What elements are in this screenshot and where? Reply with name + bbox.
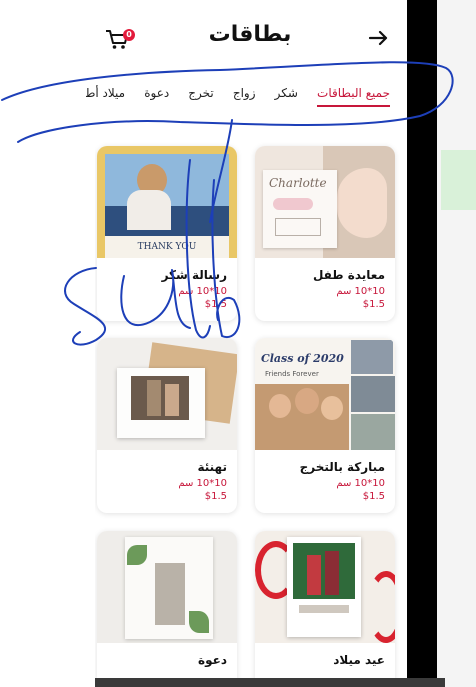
card-image: Charlotte (255, 146, 395, 258)
card-price: $1.5 (204, 299, 227, 310)
tab-wedding[interactable]: زواج (233, 86, 256, 105)
card-image-text: Class of 2020 (261, 352, 344, 365)
card-invitation[interactable]: دعوة (97, 531, 237, 678)
card-size: 10*10 سم (336, 478, 385, 489)
cart-count-badge: 0 (123, 29, 135, 41)
card-image (97, 338, 237, 450)
card-congrats[interactable]: تهنئة 10*10 سم $1.5 (97, 338, 237, 513)
card-title: مباركة بالتخرج (299, 460, 385, 474)
tab-birth[interactable]: ميلاد أطف (86, 86, 125, 105)
card-title: تهنئة (197, 460, 227, 474)
background-window (437, 0, 476, 687)
card-baby-greeting[interactable]: Charlotte معايدة طفل 10*10 سم $1.5 (255, 146, 395, 321)
card-title: رسالة شكر (161, 268, 227, 282)
back-arrow-icon[interactable] (366, 28, 390, 48)
card-size: 10*10 سم (178, 286, 227, 297)
content-margin (0, 112, 95, 678)
card-price: $1.5 (362, 299, 385, 310)
card-image: THANK YOU (97, 146, 237, 258)
page-title: بطاقات (208, 22, 292, 47)
card-image (255, 531, 395, 643)
card-size: 10*10 سم (336, 286, 385, 297)
window-divider (407, 0, 437, 687)
card-thank-you[interactable]: THANK YOU رسالة شكر 10*10 سم $1.5 (97, 146, 237, 321)
card-image: Class of 2020 Friends Forever (255, 338, 395, 450)
category-tabs: جميع البطاقات شكر زواج تخرج دعوة ميلاد أ… (86, 82, 390, 108)
card-birthday[interactable]: عيد ميلاد (255, 531, 395, 678)
card-image-subtext: Friends Forever (265, 370, 319, 378)
card-title: دعوة (198, 653, 227, 667)
tab-thanks[interactable]: شكر (275, 86, 298, 105)
card-title: معايدة طفل (312, 268, 385, 282)
background-window-highlight (441, 150, 476, 210)
tab-graduation[interactable]: تخرج (188, 86, 213, 105)
card-image-text: Charlotte (269, 176, 327, 190)
app-panel: بطاقات 0 جميع البطاقات شكر زواج تخرج دعو… (0, 0, 404, 678)
tab-all-cards[interactable]: جميع البطاقات (317, 86, 390, 107)
card-price: $1.5 (362, 491, 385, 502)
card-image-text: THANK YOU (137, 242, 197, 252)
card-price: $1.5 (204, 491, 227, 502)
bottom-scroll-strip (95, 678, 445, 687)
card-title: عيد ميلاد (333, 653, 385, 667)
card-image (97, 531, 237, 643)
card-size: 10*10 سم (178, 478, 227, 489)
card-graduation[interactable]: Class of 2020 Friends Forever مباركة بال… (255, 338, 395, 513)
tab-invitation[interactable]: دعوة (144, 86, 169, 105)
